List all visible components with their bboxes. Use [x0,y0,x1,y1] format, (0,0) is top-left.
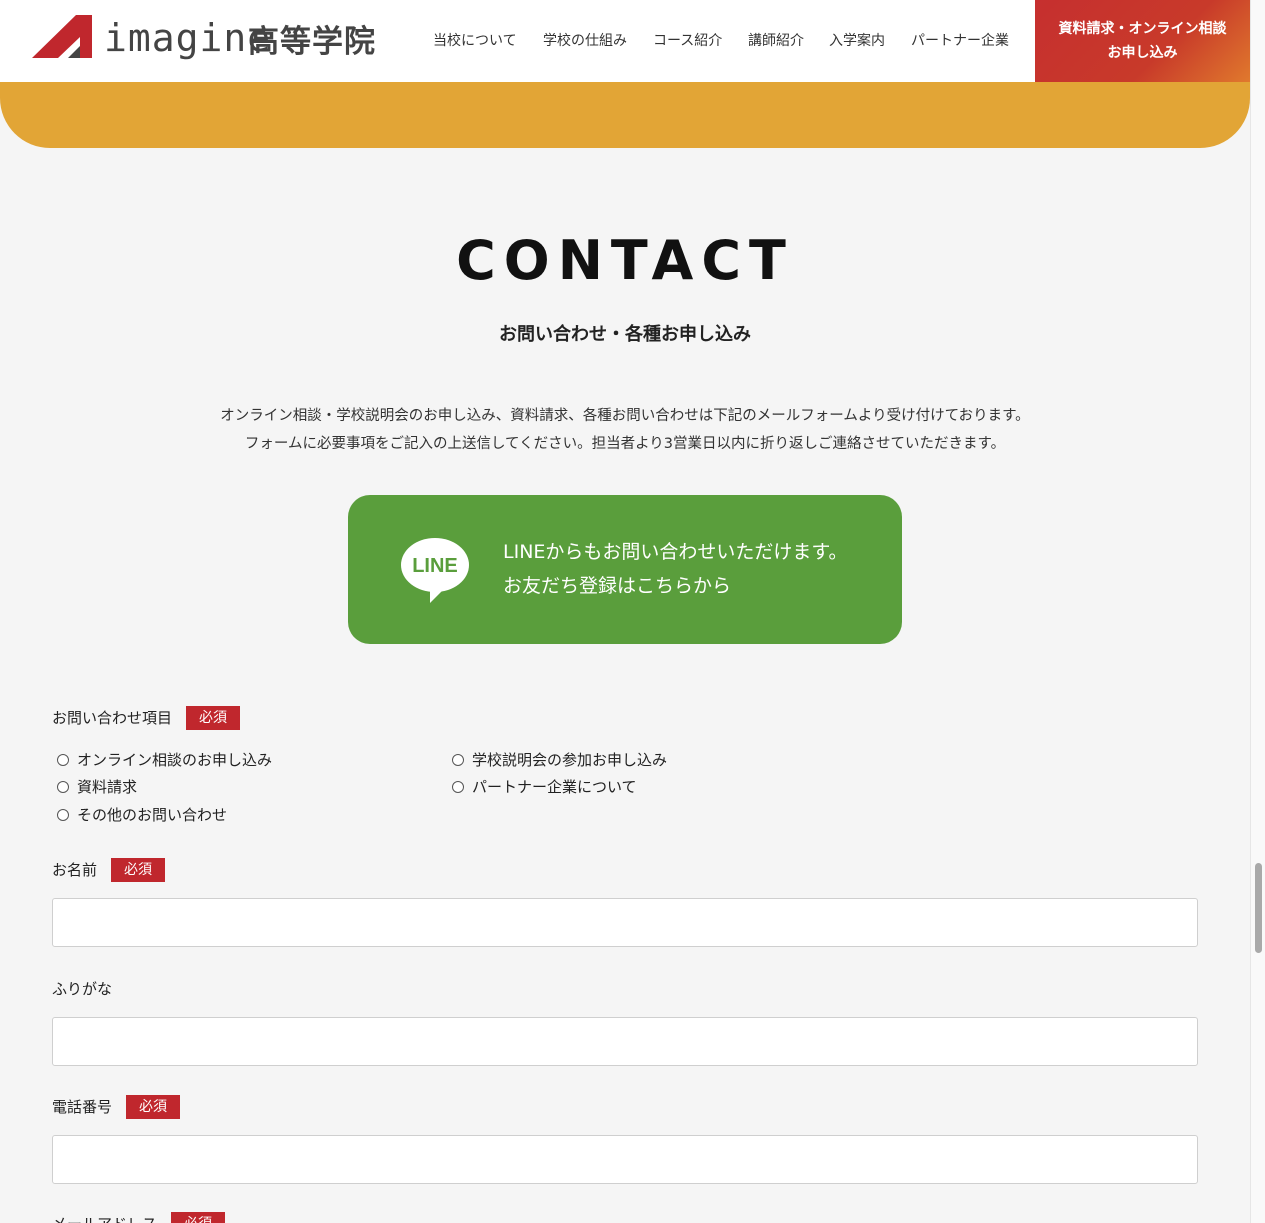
radio-circle[interactable] [57,809,69,821]
required-badge: 必須 [171,1212,226,1223]
phone-field[interactable] [52,1135,1198,1184]
required-badge: 必須 [126,1095,181,1119]
radio-partner-companies[interactable]: パートナー企業について [452,776,637,798]
furigana-label-text: ふりがな [52,980,113,998]
inquiry-type-label-text: お問い合わせ項目 [52,709,173,727]
furigana-label: ふりがな [52,977,112,1001]
radio-circle[interactable] [452,754,464,766]
nav-admission[interactable]: 入学案内 [829,30,885,52]
line-box-text: LINEからもお問い合わせいただけます。 お友だち登録はこちらから [503,535,848,603]
radio-other-inquiry[interactable]: その他のお問い合わせ [57,804,227,826]
phone-label-text: 電話番号 [52,1098,113,1116]
nav-system[interactable]: 学校の仕組み [543,30,627,52]
contact-title: CONTACT [456,229,794,292]
nav-partners[interactable]: パートナー企業 [911,30,1009,52]
name-label-text: お名前 [52,861,98,879]
cta-line2: お申し込み [1107,45,1178,61]
radio-label: オンライン相談のお申し込み [77,751,273,769]
email-label: メールアドレス 必須 [52,1212,226,1223]
intro-line-2: フォームに必要事項をご記入の上送信してください。担当者より3営業日以内に折り返し… [244,436,1006,452]
contact-intro: オンライン相談・学校説明会のお申し込み、資料請求、各種お問い合わせは下記のメール… [0,402,1250,458]
nav-about[interactable]: 当校について [433,30,517,52]
radio-brochure-request[interactable]: 資料請求 [57,776,137,798]
line-friend-button[interactable]: LINE LINEからもお問い合わせいただけます。 お友だち登録はこちらから [348,495,902,644]
site-header: imagine 高等学院 当校について 学校の仕組み コース紹介 講師紹介 入学… [0,0,1250,82]
intro-line-1: オンライン相談・学校説明会のお申し込み、資料請求、各種お問い合わせは下記のメール… [220,408,1030,424]
logo-school-name[interactable]: 高等学院 [248,20,376,64]
radio-label: 資料請求 [77,778,138,796]
radio-circle[interactable] [452,781,464,793]
cta-line1: 資料請求・オンライン相談 [1058,21,1227,37]
required-badge: 必須 [186,706,241,730]
required-badge: 必須 [111,858,166,882]
radio-circle[interactable] [57,754,69,766]
line-box-line1: LINEからもお問い合わせいただけます。 [503,541,848,563]
request-consultation-button[interactable]: 資料請求・オンライン相談 お申し込み [1035,0,1250,82]
scrollbar-thumb[interactable] [1255,863,1262,953]
phone-label: 電話番号 必須 [52,1095,181,1119]
line-icon-label: LINE [412,555,458,577]
email-label-text: メールアドレス [52,1212,157,1223]
name-field[interactable] [52,898,1198,947]
furigana-field[interactable] [52,1017,1198,1066]
radio-label: パートナー企業について [472,778,637,796]
page-scrollbar[interactable] [1250,0,1265,1223]
radio-label: 学校説明会の参加お申し込み [472,751,668,769]
name-label: お名前 必須 [52,858,166,882]
nav-courses[interactable]: コース紹介 [653,30,722,52]
line-icon: LINE [401,538,469,603]
radio-school-briefing[interactable]: 学校説明会の参加お申し込み [452,749,667,771]
radio-online-consultation[interactable]: オンライン相談のお申し込み [57,749,272,771]
radio-circle[interactable] [57,781,69,793]
radio-label: その他のお問い合わせ [77,806,228,824]
inquiry-type-label: お問い合わせ項目 必須 [52,706,241,730]
contact-subtitle: お問い合わせ・各種お申し込み [499,324,751,345]
nav-teachers[interactable]: 講師紹介 [748,30,804,52]
logo-text[interactable]: imagine [104,14,271,62]
logo-mark-icon[interactable] [32,15,92,58]
line-box-line2: お友だち登録はこちらから [503,575,732,597]
